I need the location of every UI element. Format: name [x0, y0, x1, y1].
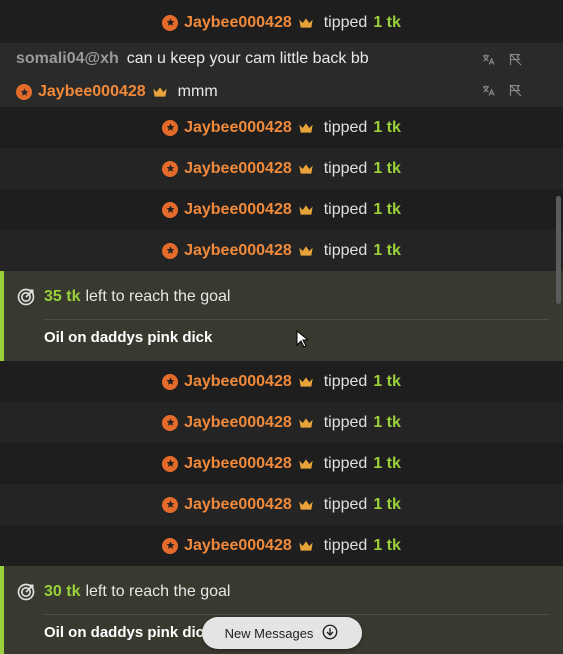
- tip-row: Jaybee000428 tipped 1 tk: [0, 402, 563, 444]
- goal-text: left to reach the goal: [85, 288, 231, 305]
- tip-amount: 1 tk: [373, 536, 401, 554]
- star-badge-icon: [162, 455, 179, 472]
- tip-row: Jaybee000428 tipped 1 tk: [0, 361, 563, 403]
- star-badge-icon: [162, 14, 179, 31]
- tip-amount: 1 tk: [373, 159, 401, 177]
- arrow-down-circle-icon: [321, 623, 339, 644]
- goal-divider: [44, 319, 549, 320]
- tipped-label: tipped: [323, 13, 368, 31]
- tip-username[interactable]: Jaybee000428: [184, 373, 292, 391]
- chat-sender[interactable]: Jaybee000428: [38, 83, 146, 101]
- translate-icon[interactable]: [481, 83, 496, 103]
- tip-amount: 1 tk: [373, 118, 401, 136]
- tip-row: Jaybee000428 tipped 1 tk: [0, 484, 563, 526]
- star-badge-icon: [162, 242, 179, 259]
- new-messages-label: New Messages: [224, 625, 314, 641]
- goal-target-icon: [16, 287, 36, 307]
- goal-header: 30 tk left to reach the goal: [16, 582, 230, 602]
- chat-sender[interactable]: somali04@xh: [16, 50, 119, 68]
- tip-row: Jaybee000428 tipped 1 tk: [0, 107, 563, 149]
- tip-row: Jaybee000428 tipped 1 tk: [0, 189, 563, 231]
- tipped-label: tipped: [323, 241, 368, 259]
- tip-amount: 1 tk: [373, 241, 401, 259]
- goal-target-icon: [16, 582, 36, 602]
- tipped-label: tipped: [323, 536, 368, 554]
- goal-description: Oil on daddys pink dick: [44, 624, 213, 641]
- tip-row: Jaybee000428 tipped 1 tk: [0, 148, 563, 190]
- tip-row: Jaybee000428 tipped 1 tk: [0, 230, 563, 272]
- tip-amount: 1 tk: [373, 372, 401, 390]
- crown-icon: [298, 17, 314, 29]
- tipped-label: tipped: [323, 200, 368, 218]
- crown-icon: [298, 163, 314, 175]
- report-flag-icon[interactable]: [508, 83, 523, 103]
- crown-icon: [298, 122, 314, 134]
- tip-amount: 1 tk: [373, 13, 401, 31]
- tipped-label: tipped: [323, 118, 368, 136]
- crown-icon: [152, 86, 168, 98]
- report-flag-icon[interactable]: [508, 52, 523, 72]
- chat-message: somali04@xh can u keep your cam little b…: [16, 50, 369, 68]
- star-badge-icon: [162, 119, 179, 136]
- crown-icon: [298, 376, 314, 388]
- message-tools: [481, 83, 523, 103]
- star-badge-icon: [162, 537, 179, 554]
- chat-messages: somali04@xh can u keep your cam little b…: [0, 43, 563, 107]
- tip-amount: 1 tk: [373, 454, 401, 472]
- chat-text: can u keep your cam little back bb: [126, 50, 369, 67]
- goal-description: Oil on daddys pink dick: [44, 329, 213, 346]
- tipped-label: tipped: [323, 495, 368, 513]
- goal-header: 35 tk left to reach the goal: [16, 287, 230, 307]
- goal-divider: [44, 614, 549, 615]
- crown-icon: [298, 458, 314, 470]
- tip-username[interactable]: Jaybee000428: [184, 537, 292, 555]
- tip-username[interactable]: Jaybee000428: [184, 242, 292, 260]
- star-badge-icon: [162, 201, 179, 218]
- goal-amount: 35 tk: [44, 288, 81, 305]
- tip-username[interactable]: Jaybee000428: [184, 201, 292, 219]
- new-messages-button[interactable]: New Messages: [202, 617, 362, 649]
- chat-message: Jaybee000428 mmm: [16, 83, 218, 101]
- mouse-cursor-icon: [296, 330, 308, 348]
- crown-icon: [298, 540, 314, 552]
- chat-feed[interactable]: Jaybee000428 tipped 1 tk somali04@xh can…: [0, 0, 563, 654]
- tip-row: Jaybee000428 tipped 1 tk: [0, 443, 563, 485]
- chat-text: mmm: [177, 83, 218, 100]
- tip-username[interactable]: Jaybee000428: [184, 14, 292, 32]
- goal-notice: 35 tk left to reach the goal Oil on dadd…: [0, 271, 563, 361]
- tipped-label: tipped: [323, 413, 368, 431]
- tip-amount: 1 tk: [373, 413, 401, 431]
- tipped-label: tipped: [323, 454, 368, 472]
- tip-username[interactable]: Jaybee000428: [184, 119, 292, 137]
- tipped-label: tipped: [323, 372, 368, 390]
- tip-username[interactable]: Jaybee000428: [184, 414, 292, 432]
- tip-username[interactable]: Jaybee000428: [184, 496, 292, 514]
- message-tools: [481, 52, 523, 72]
- crown-icon: [298, 417, 314, 429]
- tipped-label: tipped: [323, 159, 368, 177]
- star-badge-icon: [162, 414, 179, 431]
- crown-icon: [298, 499, 314, 511]
- tip-row: Jaybee000428 tipped 1 tk: [0, 525, 563, 567]
- star-badge-icon: [162, 160, 179, 177]
- goal-text: left to reach the goal: [85, 583, 231, 600]
- goal-amount: 30 tk: [44, 583, 81, 600]
- tip-amount: 1 tk: [373, 200, 401, 218]
- translate-icon[interactable]: [481, 52, 496, 72]
- tip-username[interactable]: Jaybee000428: [184, 455, 292, 473]
- star-badge-icon: [16, 84, 32, 100]
- crown-icon: [298, 204, 314, 216]
- scrollbar-thumb[interactable]: [556, 196, 561, 304]
- star-badge-icon: [162, 373, 179, 390]
- tip-username[interactable]: Jaybee000428: [184, 160, 292, 178]
- crown-icon: [298, 245, 314, 257]
- tip-row: Jaybee000428 tipped 1 tk: [0, 2, 563, 44]
- star-badge-icon: [162, 496, 179, 513]
- tip-amount: 1 tk: [373, 495, 401, 513]
